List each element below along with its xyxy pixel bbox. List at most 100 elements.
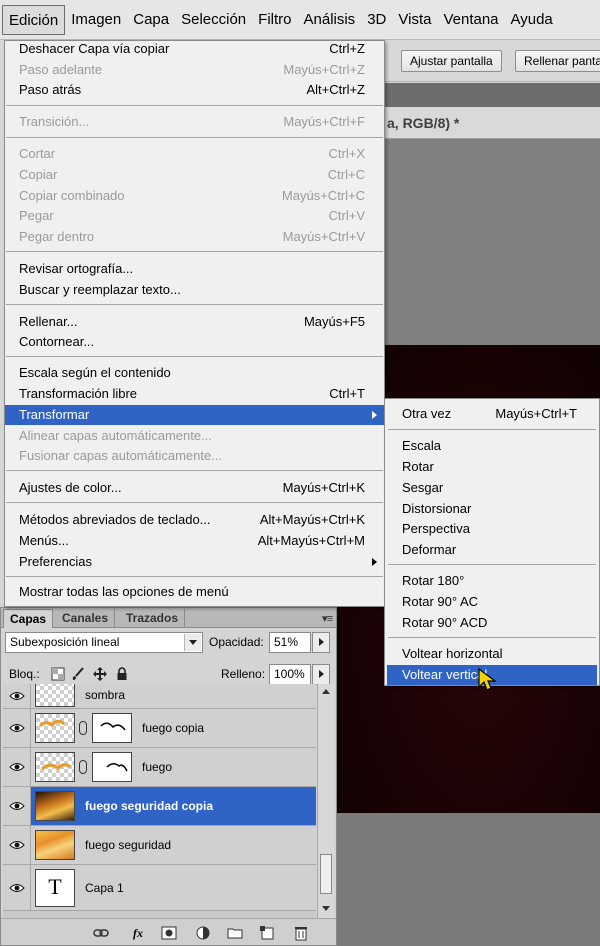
- menu-filtro[interactable]: Filtro: [252, 5, 297, 35]
- trash-icon[interactable]: [293, 925, 309, 941]
- menu-item-undo[interactable]: Deshacer Capa vía copiar Ctrl+Z: [5, 39, 384, 59]
- menu-item-keyboard-shortcuts[interactable]: Métodos abreviados de teclado... Alt+Mayú…: [5, 510, 384, 530]
- layer-mask-thumbnail[interactable]: [92, 752, 132, 782]
- menu-item-free-transform[interactable]: Transformación libre Ctrl+T: [5, 384, 384, 404]
- link-layers-icon[interactable]: [93, 925, 109, 941]
- visibility-toggle[interactable]: [3, 709, 31, 747]
- menu-imagen[interactable]: Imagen: [65, 5, 127, 35]
- visibility-toggle[interactable]: [3, 748, 31, 786]
- menu-item-step-backward[interactable]: Paso atrás Alt+Ctrl+Z: [5, 80, 384, 100]
- menu-edicion[interactable]: Edición: [2, 4, 66, 35]
- panel-menu-icon[interactable]: ▾≡: [322, 612, 333, 625]
- submenu-item-flip-horizontal[interactable]: Voltear horizontal: [385, 644, 599, 664]
- layer-name[interactable]: fuego seguridad copia: [85, 799, 213, 813]
- menu-item-step-forward[interactable]: Paso adelante Mayús+Ctrl+Z: [5, 60, 384, 80]
- submenu-item-skew[interactable]: Sesgar: [385, 478, 599, 498]
- submenu-item-rotate[interactable]: Rotar: [385, 457, 599, 477]
- adjustment-layer-icon[interactable]: [195, 925, 211, 941]
- menu-vista[interactable]: Vista: [392, 5, 437, 35]
- fill-arrow-button[interactable]: [312, 664, 330, 685]
- tab-capas[interactable]: Capas: [3, 609, 54, 628]
- new-layer-icon[interactable]: [259, 925, 275, 941]
- menu-item-label: Rellenar...: [19, 314, 78, 329]
- layers-footer: fx: [1, 918, 336, 945]
- layer-row-sombra[interactable]: sombra: [3, 684, 316, 709]
- link-icon[interactable]: [79, 760, 87, 774]
- menu-3d[interactable]: 3D: [361, 5, 392, 35]
- menu-item-paste[interactable]: Pegar Ctrl+V: [5, 206, 384, 226]
- opacity-arrow-button[interactable]: [312, 632, 330, 653]
- blend-mode-select[interactable]: Subexposición lineal: [5, 632, 203, 653]
- submenu-item-distort[interactable]: Distorsionar: [385, 499, 599, 519]
- layer-name[interactable]: Capa 1: [85, 881, 124, 895]
- layer-row-fuego-seguridad[interactable]: fuego seguridad: [3, 826, 316, 865]
- menu-item-find-replace[interactable]: Buscar y reemplazar texto...: [5, 280, 384, 300]
- layer-row-capa-1[interactable]: T Capa 1: [3, 865, 316, 911]
- link-icon[interactable]: [79, 721, 87, 735]
- add-mask-icon[interactable]: [161, 925, 177, 941]
- menu-item-color-settings[interactable]: Ajustes de color... Mayús+Ctrl+K: [5, 478, 384, 498]
- scroll-thumb[interactable]: [320, 854, 332, 894]
- menu-item-auto-align-layers[interactable]: Alinear capas automáticamente...: [5, 426, 384, 446]
- visibility-toggle[interactable]: [3, 826, 31, 864]
- menu-item-fade[interactable]: Transición... Mayús+Ctrl+F: [5, 112, 384, 132]
- visibility-toggle[interactable]: [3, 684, 31, 708]
- fill-screen-button[interactable]: Rellenar panta: [515, 50, 600, 72]
- chevron-down-icon[interactable]: [184, 634, 201, 651]
- menu-capa[interactable]: Capa: [127, 5, 175, 35]
- menu-item-paste-into[interactable]: Pegar dentro Mayús+Ctrl+V: [5, 227, 384, 247]
- tab-canales[interactable]: Canales: [56, 609, 116, 628]
- opacity-input[interactable]: 51%: [269, 632, 311, 653]
- layer-name[interactable]: fuego copia: [142, 721, 204, 735]
- layer-row-fuego[interactable]: fuego: [3, 748, 316, 787]
- menu-item-menus[interactable]: Menús... Alt+Mayús+Ctrl+M: [5, 531, 384, 551]
- menu-item-auto-blend-layers[interactable]: Fusionar capas automáticamente...: [5, 446, 384, 466]
- lock-icon[interactable]: [115, 667, 129, 681]
- text-layer-icon: T: [35, 869, 75, 907]
- menu-item-transform[interactable]: Transformar: [5, 405, 384, 425]
- submenu-item-scale[interactable]: Escala: [385, 436, 599, 456]
- menu-item-stroke[interactable]: Contornear...: [5, 332, 384, 352]
- menu-item-shortcut: Ctrl+C: [327, 167, 365, 182]
- layers-scrollbar[interactable]: [317, 684, 334, 918]
- layer-mask-thumbnail[interactable]: [92, 713, 132, 743]
- document-tab[interactable]: a, RGB/8) *: [385, 107, 600, 139]
- fill-input[interactable]: 100%: [269, 664, 311, 685]
- submenu-item-perspective[interactable]: Perspectiva: [385, 519, 599, 539]
- menu-item-check-spelling[interactable]: Revisar ortografía...: [5, 259, 384, 279]
- submenu-item-warp[interactable]: Deformar: [385, 540, 599, 560]
- tab-trazados[interactable]: Trazados: [120, 609, 186, 628]
- menu-item-preferences[interactable]: Preferencias: [5, 552, 384, 572]
- layer-name[interactable]: fuego: [142, 760, 172, 774]
- menu-item-cut[interactable]: Cortar Ctrl+X: [5, 144, 384, 164]
- menu-seleccion[interactable]: Selección: [175, 5, 252, 35]
- menu-analisis[interactable]: Análisis: [298, 5, 362, 35]
- layer-row-fuego-copia[interactable]: fuego copia: [3, 709, 316, 748]
- move-icon[interactable]: [93, 667, 107, 681]
- visibility-toggle[interactable]: [3, 865, 31, 910]
- menu-item-fill[interactable]: Rellenar... Mayús+F5: [5, 312, 384, 332]
- brush-icon[interactable]: [71, 667, 85, 681]
- menu-item-label: Transformación libre: [19, 386, 138, 401]
- layer-name[interactable]: fuego seguridad: [85, 838, 171, 852]
- submenu-item-rotate-180[interactable]: Rotar 180°: [385, 571, 599, 591]
- menu-ventana[interactable]: Ventana: [437, 5, 504, 35]
- submenu-item-rotate-90-ccw[interactable]: Rotar 90° ACD: [385, 613, 599, 633]
- layer-name[interactable]: sombra: [85, 688, 125, 702]
- fit-screen-button[interactable]: Ajustar pantalla: [401, 50, 502, 72]
- scroll-up-icon[interactable]: [322, 689, 330, 694]
- lock-transparency-icon[interactable]: [51, 667, 65, 681]
- submenu-item-again[interactable]: Otra vez Mayús+Ctrl+T: [385, 404, 599, 424]
- layer-row-fuego-seguridad-copia[interactable]: fuego seguridad copia: [3, 787, 316, 826]
- folder-icon[interactable]: [227, 925, 243, 941]
- menu-item-content-aware-scale[interactable]: Escala según el contenido: [5, 363, 384, 383]
- scroll-down-icon[interactable]: [322, 906, 330, 911]
- menu-item-show-all-menu-items[interactable]: Mostrar todas las opciones de menú: [5, 582, 384, 602]
- menu-ayuda[interactable]: Ayuda: [505, 5, 559, 35]
- menu-item-copy[interactable]: Copiar Ctrl+C: [5, 165, 384, 185]
- menu-item-label: Copiar: [19, 167, 58, 182]
- visibility-toggle[interactable]: [3, 787, 31, 825]
- submenu-item-rotate-90-cw[interactable]: Rotar 90° AC: [385, 592, 599, 612]
- fx-icon[interactable]: fx: [127, 925, 149, 941]
- menu-item-copy-merged[interactable]: Copiar combinado Mayús+Ctrl+C: [5, 186, 384, 206]
